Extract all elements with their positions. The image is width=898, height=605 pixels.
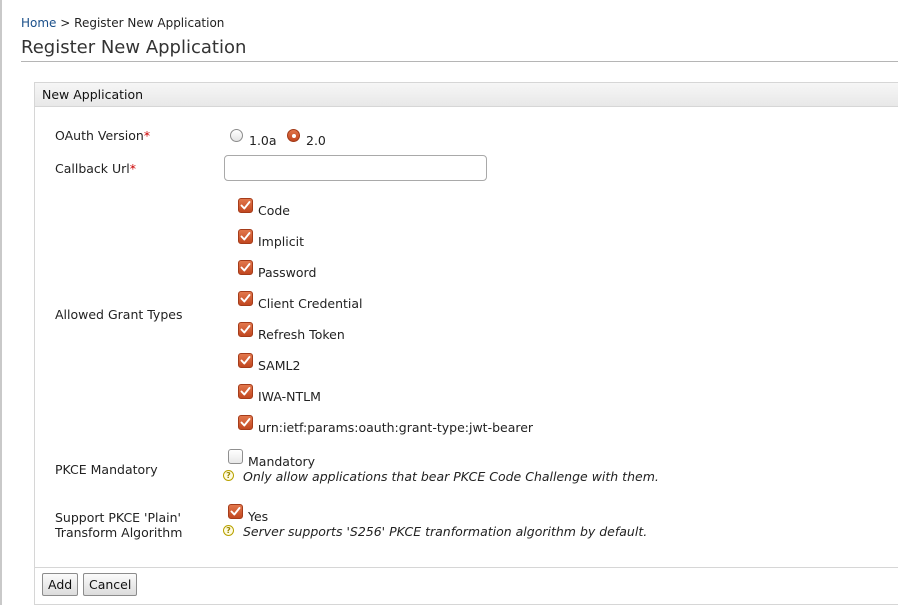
pkce-plain-label-line2: Transform Algorithm bbox=[55, 525, 183, 540]
grant-type-iwa-ntlm-checkbox[interactable] bbox=[238, 384, 253, 399]
breadcrumb-current: Register New Application bbox=[74, 16, 225, 30]
callback-url-label: Callback Url* bbox=[55, 161, 136, 176]
grant-types-label: Allowed Grant Types bbox=[55, 307, 183, 322]
grant-type-password-checkbox[interactable] bbox=[238, 260, 253, 275]
grant-type-jwt-bearer-label: urn:ietf:params:oauth:grant-type:jwt-bea… bbox=[258, 420, 534, 435]
breadcrumb: Home > Register New Application bbox=[21, 16, 224, 30]
checkmark-icon bbox=[230, 507, 241, 516]
question-circle-icon: ? bbox=[223, 470, 234, 481]
grant-type-implicit-checkbox[interactable] bbox=[238, 229, 253, 244]
oauth-version-radio-1-0a[interactable] bbox=[230, 129, 243, 142]
grant-type-password-label: Password bbox=[258, 265, 317, 280]
cancel-button[interactable]: Cancel bbox=[83, 573, 138, 596]
left-border bbox=[0, 0, 2, 605]
pkce-plain-label-line1: Support PKCE 'Plain' bbox=[55, 510, 181, 525]
page: Home > Register New Application Register… bbox=[0, 0, 898, 605]
panel-header: New Application bbox=[35, 83, 898, 107]
checkmark-icon bbox=[240, 294, 251, 303]
panel-footer-divider bbox=[35, 567, 898, 568]
title-divider bbox=[21, 61, 898, 62]
breadcrumb-separator: > bbox=[60, 16, 71, 30]
grant-type-saml2-label: SAML2 bbox=[258, 358, 301, 373]
checkmark-icon bbox=[240, 263, 251, 272]
oauth-version-radio-2-0[interactable] bbox=[287, 129, 300, 142]
breadcrumb-home-link[interactable]: Home bbox=[21, 16, 56, 30]
pkce-plain-help-text: Server supports 'S256' PKCE tranformatio… bbox=[243, 524, 648, 539]
grant-type-code-checkbox[interactable] bbox=[238, 198, 253, 213]
checkmark-icon bbox=[240, 232, 251, 241]
pkce-mandatory-help-text: Only allow applications that bear PKCE C… bbox=[243, 469, 659, 484]
checkmark-icon bbox=[240, 201, 251, 210]
grant-type-saml2-checkbox[interactable] bbox=[238, 353, 253, 368]
oauth-version-option-2-0: 2.0 bbox=[306, 133, 326, 148]
oauth-version-label-text: OAuth Version bbox=[55, 128, 144, 143]
grant-type-client-credential-label: Client Credential bbox=[258, 296, 363, 311]
oauth-version-label: OAuth Version* bbox=[55, 128, 150, 143]
panel-title: New Application bbox=[42, 87, 144, 102]
checkmark-icon bbox=[240, 325, 251, 334]
grant-type-code-label: Code bbox=[258, 203, 291, 218]
add-button[interactable]: Add bbox=[42, 573, 79, 596]
required-mark: * bbox=[143, 128, 151, 143]
checkmark-icon bbox=[240, 418, 251, 427]
oauth-version-option-1-0a: 1.0a bbox=[249, 133, 277, 148]
checkmark-icon bbox=[240, 356, 251, 365]
pkce-plain-option-label: Yes bbox=[248, 509, 269, 524]
pkce-plain-checkbox[interactable] bbox=[228, 504, 243, 519]
checkmark-icon bbox=[240, 387, 251, 396]
grant-type-refresh-token-label: Refresh Token bbox=[258, 327, 345, 342]
grant-type-implicit-label: Implicit bbox=[258, 234, 304, 249]
question-circle-icon: ? bbox=[223, 525, 234, 536]
pkce-mandatory-option-label: Mandatory bbox=[248, 454, 316, 469]
grant-type-client-credential-checkbox[interactable] bbox=[238, 291, 253, 306]
grant-type-jwt-bearer-checkbox[interactable] bbox=[238, 415, 253, 430]
pkce-mandatory-label: PKCE Mandatory bbox=[55, 462, 158, 477]
callback-url-label-text: Callback Url bbox=[55, 161, 130, 176]
grant-type-iwa-ntlm-label: IWA-NTLM bbox=[258, 389, 321, 404]
page-title: Register New Application bbox=[21, 37, 247, 58]
grant-type-refresh-token-checkbox[interactable] bbox=[238, 322, 253, 337]
required-mark: * bbox=[129, 161, 137, 176]
callback-url-input[interactable] bbox=[224, 155, 487, 181]
pkce-mandatory-checkbox[interactable] bbox=[228, 449, 243, 464]
